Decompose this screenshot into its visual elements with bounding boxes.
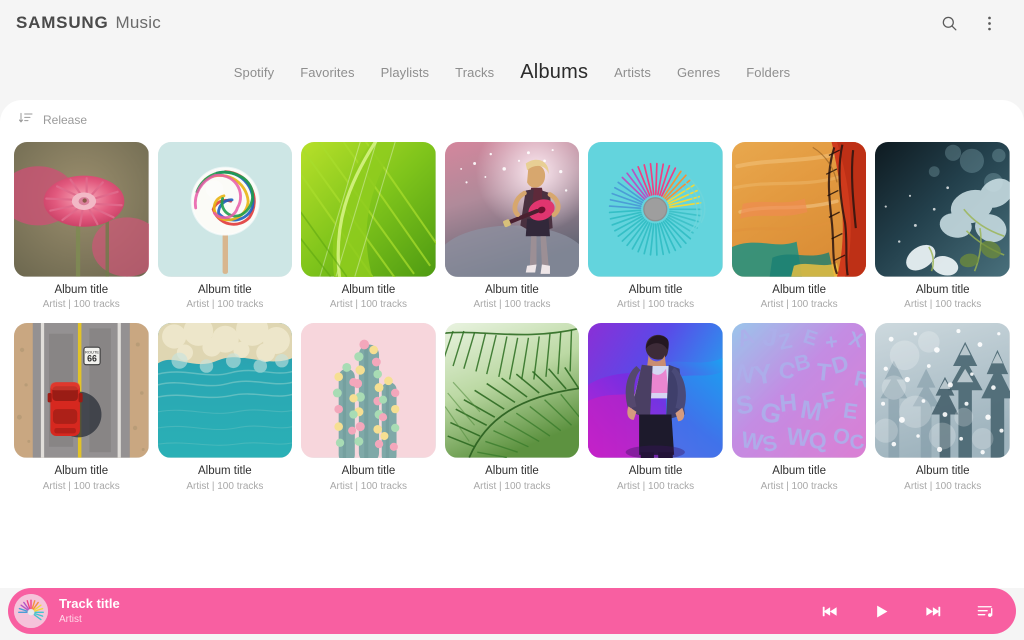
album-card[interactable]: Album title Artist | 100 tracks (875, 323, 1010, 492)
category-tabs: Spotify Favorites Playlists Tracks Album… (0, 52, 1024, 92)
album-card[interactable]: A J Z E + X N Y C B T D R S G H M F E W … (731, 323, 867, 492)
tab-artists[interactable]: Artists (614, 65, 651, 80)
album-card[interactable]: Album title Artist | 100 tracks (14, 142, 149, 311)
album-subtitle: Artist | 100 tracks (42, 299, 120, 311)
album-subtitle: Artist | 100 tracks (186, 299, 264, 311)
album-art-snowy-pine-forest (875, 323, 1010, 458)
album-title: Album title (198, 464, 252, 477)
album-subtitle: Artist | 100 tracks (760, 480, 838, 492)
content-panel: Release Album title Artist | 100 tracks … (0, 100, 1024, 588)
skip-previous-icon[interactable] (816, 598, 842, 624)
album-grid: Album title Artist | 100 tracks Album ti… (0, 140, 1024, 493)
sort-label: Release (43, 113, 88, 127)
queue-music-icon[interactable] (972, 598, 998, 624)
album-title: Album title (772, 283, 826, 296)
album-card[interactable]: Album title Artist | 100 tracks (875, 142, 1010, 311)
album-art-rainbow-swirl-lollipop (157, 142, 293, 277)
album-art-pink-chrysanthemum-flower (14, 142, 149, 277)
album-card[interactable]: Album title Artist | 100 tracks (157, 323, 293, 492)
album-card[interactable]: Album title Artist | 100 tracks (588, 323, 723, 492)
album-art-rainbow-slinky-spiral (588, 142, 723, 277)
brand-music-text: Music (115, 13, 161, 32)
album-subtitle: Artist | 100 tracks (617, 299, 695, 311)
tab-spotify[interactable]: Spotify (234, 65, 274, 80)
player-album-thumbnail[interactable] (14, 594, 48, 628)
album-card[interactable]: Album title Artist | 100 tracks (588, 142, 723, 311)
album-card[interactable]: Album title Artist | 100 tracks (301, 142, 436, 311)
album-subtitle: Artist | 100 tracks (904, 480, 982, 492)
album-title: Album title (485, 464, 539, 477)
album-title: Album title (54, 283, 109, 296)
album-art-orange-abstract-paint (731, 142, 867, 277)
player-track-title: Track title (59, 595, 120, 611)
album-subtitle: Artist | 100 tracks (329, 299, 407, 311)
play-icon[interactable] (868, 598, 894, 624)
album-art-pastel-pompom-cactus (301, 323, 436, 458)
album-subtitle: Artist | 100 tracks (186, 480, 264, 492)
tab-folders[interactable]: Folders (746, 65, 790, 80)
top-bar-actions (936, 10, 1008, 36)
album-title: Album title (915, 283, 970, 296)
album-title: Album title (772, 464, 826, 477)
album-art-3d-letters-gradient: A J Z E + X N Y C B T D R S G H M F E W … (731, 323, 867, 458)
tab-favorites[interactable]: Favorites (300, 65, 354, 80)
sort-descending-icon (18, 110, 34, 131)
album-art-neon-portrait-person (588, 323, 723, 458)
player-controls (816, 598, 1006, 624)
more-vertical-icon[interactable] (976, 10, 1002, 36)
album-art-green-palm-fronds (444, 323, 580, 458)
top-bar: SAMSUNG Music (0, 0, 1024, 46)
album-title: Album title (628, 464, 683, 477)
album-title: Album title (198, 283, 252, 296)
tab-genres[interactable]: Genres (677, 65, 720, 80)
album-title: Album title (485, 283, 539, 296)
player-track-artist: Artist (59, 613, 82, 625)
album-subtitle: Artist | 100 tracks (617, 480, 695, 492)
skip-next-icon[interactable] (920, 598, 946, 624)
search-icon[interactable] (936, 10, 962, 36)
samsung-music-app: SAMSUNG Music Spotify Favorites Playlist… (0, 0, 1024, 640)
player-track-info: Track title Artist (59, 595, 120, 625)
album-subtitle: Artist | 100 tracks (760, 299, 838, 311)
album-title: Album title (628, 283, 683, 296)
album-title: Album title (341, 464, 396, 477)
album-subtitle: Artist | 100 tracks (329, 480, 407, 492)
album-card[interactable]: Album title Artist | 100 tracks (444, 142, 580, 311)
album-art-red-car-route-66: ROUTE 66 (14, 323, 149, 458)
album-art-guitarist-on-stage (444, 142, 580, 277)
tab-tracks[interactable]: Tracks (455, 65, 494, 80)
album-art-green-leaf-closeup (301, 142, 436, 277)
album-title: Album title (915, 464, 970, 477)
album-subtitle: Artist | 100 tracks (42, 480, 120, 492)
sort-control[interactable]: Release (0, 100, 1024, 140)
album-title: Album title (341, 283, 396, 296)
mini-player-bar[interactable]: Track title Artist (8, 588, 1016, 634)
album-subtitle: Artist | 100 tracks (473, 299, 551, 311)
album-card[interactable]: Album title Artist | 100 tracks (444, 323, 580, 492)
brand-samsung-text: SAMSUNG (16, 13, 109, 32)
tab-playlists[interactable]: Playlists (381, 65, 430, 80)
album-card[interactable]: Album title Artist | 100 tracks (301, 323, 436, 492)
album-subtitle: Artist | 100 tracks (904, 299, 982, 311)
app-logo: SAMSUNG Music (16, 13, 161, 33)
album-title: Album title (54, 464, 109, 477)
svg-text:66: 66 (87, 354, 97, 364)
album-art-frosted-winter-leaves (875, 142, 1010, 277)
album-card[interactable]: Album title Artist | 100 tracks (157, 142, 293, 311)
tab-albums[interactable]: Albums (520, 61, 588, 84)
album-art-turquoise-ocean-foam (157, 323, 293, 458)
album-card[interactable]: Album title Artist | 100 tracks (731, 142, 867, 311)
album-subtitle: Artist | 100 tracks (473, 480, 551, 492)
album-card[interactable]: ROUTE 66 Album title Artist | 100 tracks (14, 323, 149, 492)
